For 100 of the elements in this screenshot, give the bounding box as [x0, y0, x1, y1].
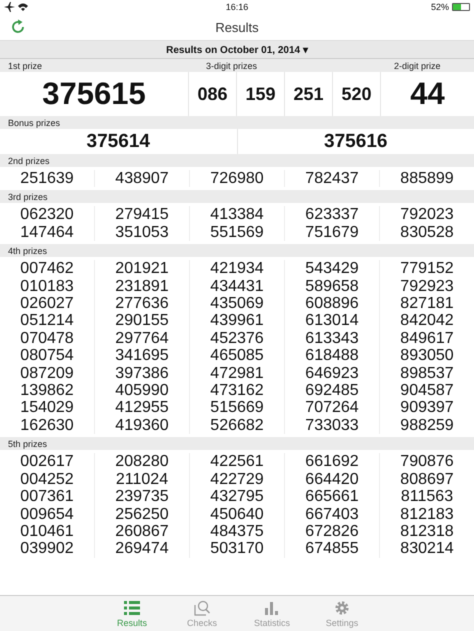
prize-number: 419360	[114, 416, 170, 434]
prize-number: 782437	[304, 170, 360, 188]
first-prize-number: 375615	[41, 75, 147, 113]
tab-item[interactable]: Checks	[178, 596, 226, 631]
prize-number: 904587	[399, 382, 455, 400]
prize-number: 465085	[209, 347, 265, 365]
tab-item[interactable]: Results	[108, 596, 156, 631]
prize-number: 260867	[114, 522, 170, 540]
prize-number: 002617	[19, 453, 75, 471]
prize-number: 503170	[209, 540, 265, 558]
prize-number: 618488	[304, 347, 360, 365]
prize-number: 665661	[304, 488, 360, 506]
prize-number: 515669	[209, 399, 265, 417]
prize-number: 438907	[114, 170, 170, 188]
prize-number: 893050	[399, 347, 455, 365]
prize-number: 277636	[114, 295, 170, 312]
prize-number: 664420	[304, 470, 360, 488]
prize-number: 080754	[19, 347, 75, 365]
tab-item[interactable]: Statistics	[248, 596, 296, 631]
prize-number: 842042	[399, 312, 455, 330]
prize-number: 351053	[114, 224, 170, 242]
prize-number: 412955	[114, 399, 170, 417]
airplane-icon	[4, 2, 15, 12]
prize-number: 898537	[399, 364, 455, 382]
refresh-icon[interactable]	[10, 19, 26, 35]
prize-number: 154029	[19, 399, 75, 417]
prize-number: 613343	[304, 330, 360, 348]
prize-number: 551569	[209, 224, 265, 242]
tab-item[interactable]: Settings	[318, 596, 366, 631]
prize-number: 674855	[304, 540, 360, 558]
prize-number: 010461	[19, 522, 75, 540]
prize-number: 608896	[304, 295, 360, 312]
prize-number: 988259	[399, 416, 455, 434]
prize-number: 827181	[399, 295, 455, 312]
prize-number: 147464	[19, 224, 75, 242]
prize-number: 484375	[209, 522, 265, 540]
clock-time: 16:16	[226, 2, 248, 12]
section-title: 1st prize	[7, 60, 44, 70]
battery-percent: 52%	[430, 2, 449, 12]
prize-number: 269474	[114, 540, 170, 558]
prize-number: 792923	[399, 278, 455, 296]
prize-number: 885899	[399, 170, 455, 188]
prize-number: 297764	[114, 330, 170, 348]
prize-number: 009654	[19, 506, 75, 523]
battery-icon	[452, 3, 470, 11]
prize-number: 279415	[114, 206, 170, 224]
prize-number: 435069	[209, 295, 265, 312]
prize-number: 139862	[19, 382, 75, 400]
section-title: 2nd prizes	[7, 156, 50, 166]
prize-number: 830214	[399, 540, 455, 558]
prize-number: 623337	[304, 206, 360, 224]
prize-number: 026027	[19, 295, 75, 312]
prize-number: 062320	[19, 206, 75, 224]
prize-number: 004252	[19, 470, 75, 488]
prize-number: 811563	[400, 488, 454, 506]
prize-number: 039902	[19, 540, 75, 558]
prize-number: 450640	[209, 506, 265, 523]
prize-number: 432795	[209, 488, 265, 506]
prize-number: 661692	[304, 453, 360, 471]
prize-number: 909397	[399, 399, 455, 417]
prize-number: 812183	[399, 506, 455, 523]
prize-number: 543429	[304, 260, 360, 278]
prize-number: 589658	[304, 278, 360, 296]
prize-number: 792023	[399, 206, 455, 224]
prize-number: 397386	[114, 364, 170, 382]
prize-number: 526682	[209, 416, 265, 434]
prize-number: 439961	[209, 312, 265, 330]
prize-number: 290155	[114, 312, 170, 330]
prize-number: 422561	[209, 453, 265, 471]
prize-number: 051214	[19, 312, 75, 330]
prize-number: 452376	[209, 330, 265, 348]
prize-number: 087209	[19, 364, 75, 382]
prize-number: 830528	[399, 224, 455, 242]
prize-number: 692485	[304, 382, 360, 400]
prize-number: 667403	[304, 506, 360, 523]
prize-number: 812318	[399, 522, 455, 540]
prize-number: 341695	[114, 347, 170, 365]
section-title: 2-digit prize	[393, 60, 441, 70]
prize-number: 421934	[209, 260, 265, 278]
prize-number: 808697	[399, 470, 455, 488]
prize-number: 007361	[19, 488, 75, 506]
prize-number: 010183	[19, 278, 75, 296]
bar-chart-icon	[264, 600, 280, 616]
prize-number: 422729	[209, 470, 265, 488]
prize-number: 646923	[304, 364, 360, 382]
section-title: Bonus prizes	[7, 118, 60, 128]
prize-number: 413384	[209, 206, 265, 224]
prize-number: 751679	[304, 224, 360, 242]
prize-number: 849617	[399, 330, 455, 348]
prize-number: 211024	[114, 470, 170, 488]
section-title: 4th prizes	[7, 246, 48, 256]
prize-number: 779152	[399, 260, 455, 278]
prize-number: 726980	[209, 170, 265, 188]
prize-number: 256250	[114, 506, 170, 523]
prize-number: 434431	[209, 278, 265, 296]
section-title: 5th prizes	[7, 438, 48, 449]
prize-number: 070478	[19, 330, 75, 348]
prize-number: 162630	[19, 416, 75, 434]
prize-number: 208280	[114, 453, 170, 471]
prize-number: 473162	[209, 382, 265, 400]
